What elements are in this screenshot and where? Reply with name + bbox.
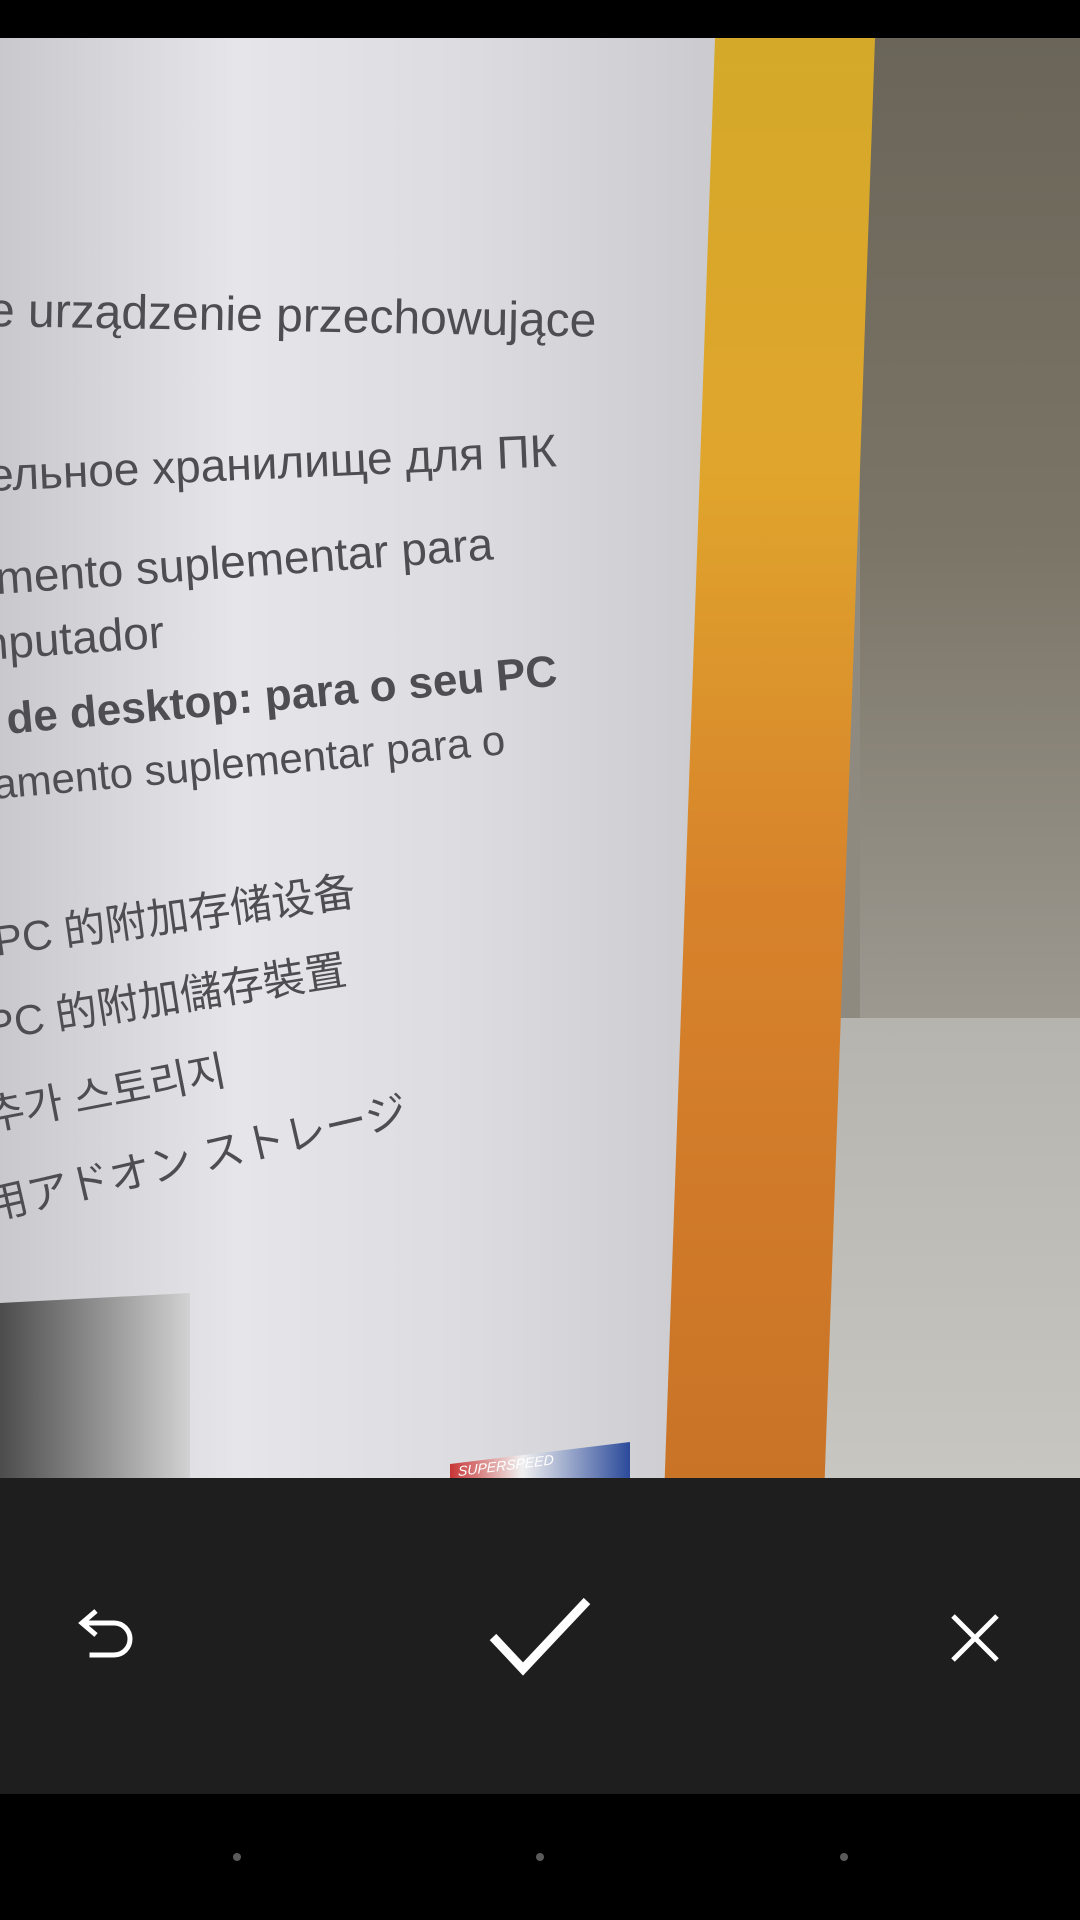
navigation-bar (0, 1794, 1080, 1920)
check-icon (489, 1597, 591, 1676)
nav-recents-button[interactable] (840, 1853, 848, 1861)
status-bar (0, 0, 1080, 38)
review-controls (0, 1478, 1080, 1794)
photo-preview: e urządzenie przechowujące ельное хранил… (0, 38, 1080, 1478)
nav-back-button[interactable] (233, 1853, 241, 1861)
nav-home-button[interactable] (536, 1853, 544, 1861)
retake-button[interactable] (45, 1578, 165, 1698)
confirm-button[interactable] (480, 1578, 600, 1698)
close-icon (951, 1614, 999, 1662)
pc-tower-image (0, 1293, 190, 1478)
box-text-line: e urządzenie przechowujące (0, 284, 597, 348)
cancel-button[interactable] (915, 1578, 1035, 1698)
undo-icon (78, 1609, 133, 1658)
